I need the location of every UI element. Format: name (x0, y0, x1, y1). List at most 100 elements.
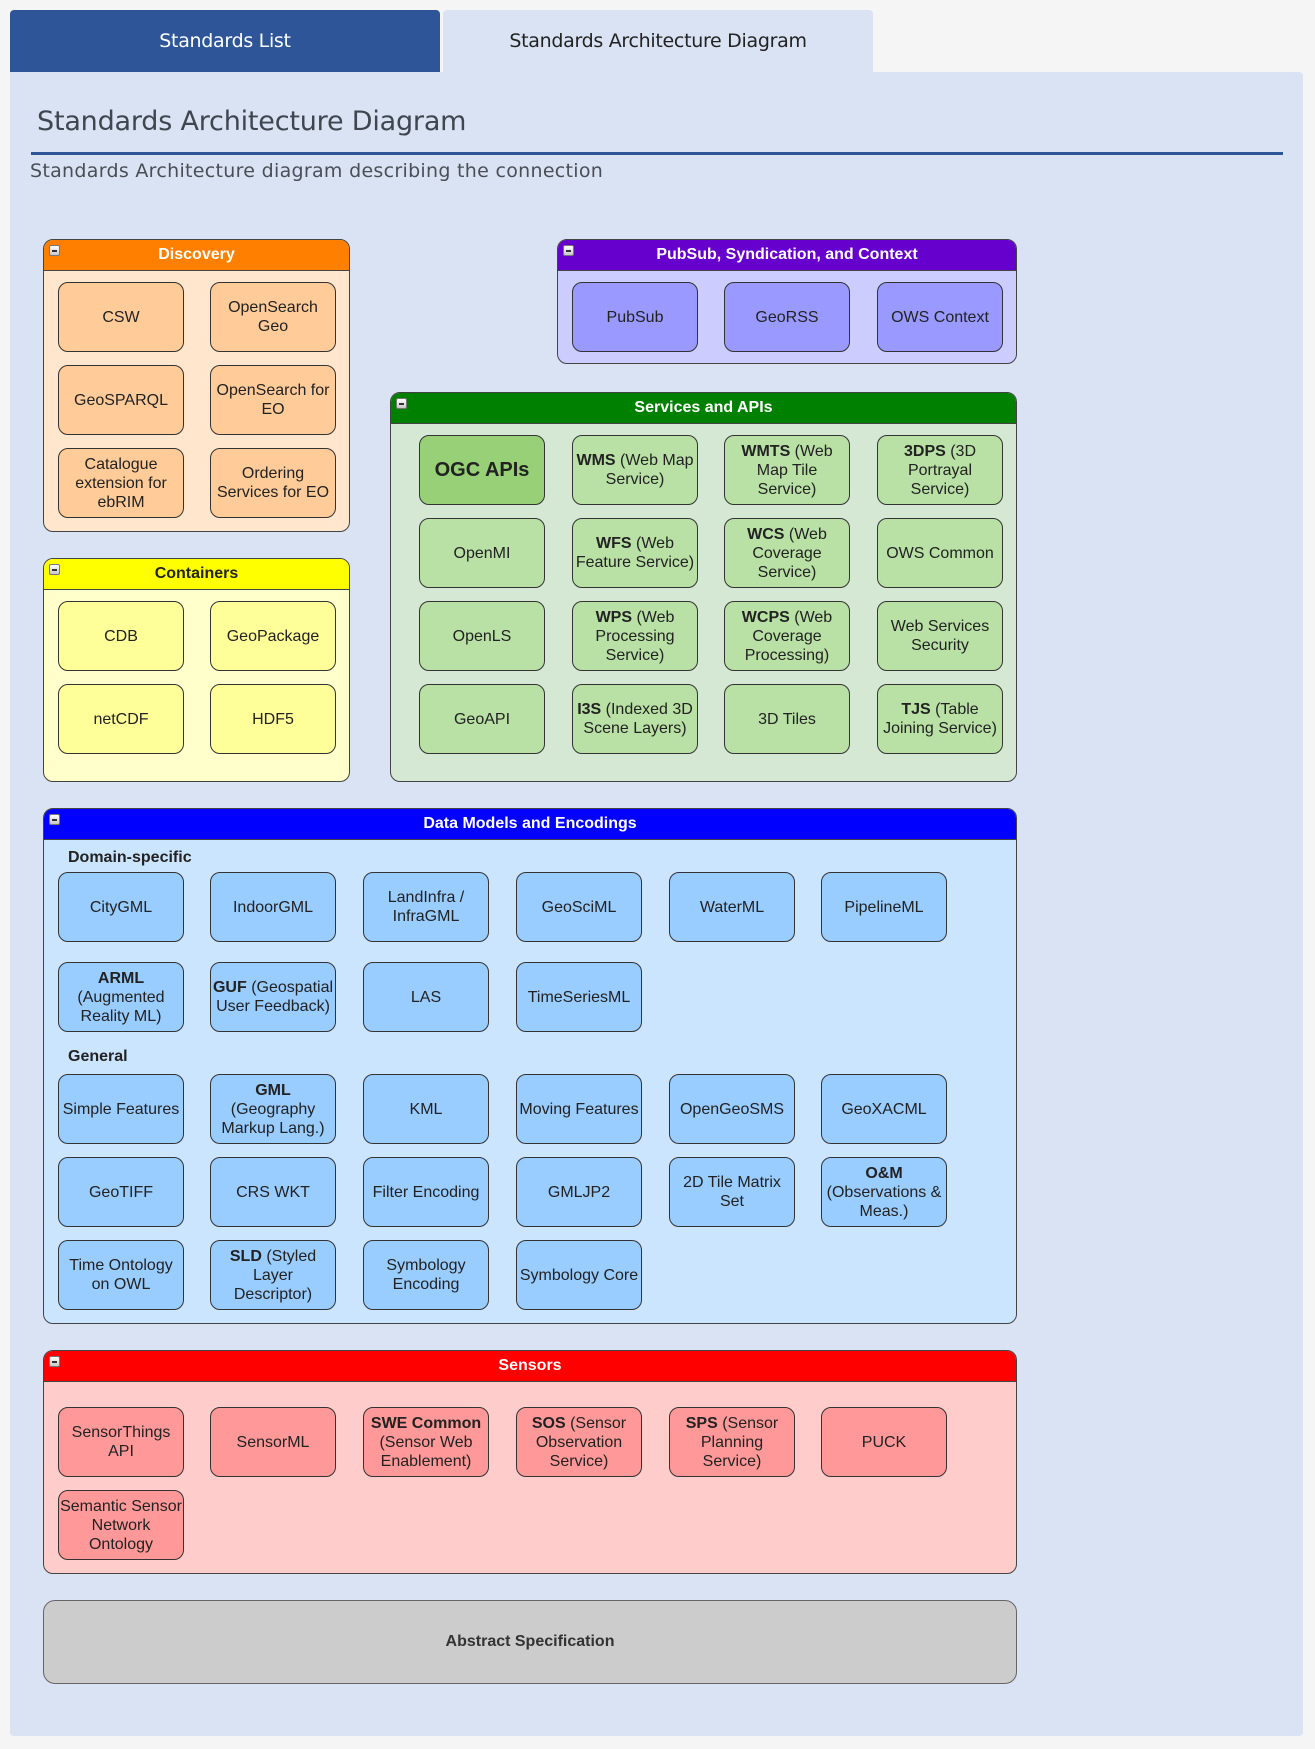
standard-name: PUCK (861, 1433, 907, 1451)
standard-label: SensorThings API (60, 1423, 182, 1461)
standard-guf-geospatial-user-feedback[interactable]: GUF (Geospatial User Feedback) (210, 962, 336, 1032)
standard-geotiff[interactable]: GeoTIFF (58, 1157, 184, 1227)
standard-gml-geography-markup-lang[interactable]: GML (Geography Markup Lang.) (210, 1074, 336, 1144)
standard-geoapi[interactable]: GeoAPI (419, 684, 545, 754)
group-containers: Containers CDB GeoPackage netCDF HDF5 (43, 558, 350, 782)
standard-label: TimeSeriesML (528, 988, 631, 1007)
standard-opensearch-geo[interactable]: OpenSearch Geo (210, 282, 336, 352)
collapse-icon[interactable] (563, 245, 574, 256)
standard-catalogue-extension-for-ebrim[interactable]: Catalogue extension for ebRIM (58, 448, 184, 518)
standard-o-m-observations-meas[interactable]: O&M (Observations & Meas.) (821, 1157, 947, 1227)
standard-label: 3DPS (3D Portrayal Service) (879, 442, 1001, 499)
standard-georss[interactable]: GeoRSS (724, 282, 850, 352)
group-title: Services and APIs (634, 399, 773, 416)
standard-gmljp2[interactable]: GMLJP2 (516, 1157, 642, 1227)
standard-geosparql[interactable]: GeoSPARQL (58, 365, 184, 435)
standard-ows-context[interactable]: OWS Context (877, 282, 1003, 352)
standard-geoxacml[interactable]: GeoXACML (821, 1074, 947, 1144)
tab-standards-list[interactable]: Standards List (10, 10, 440, 72)
standard-time-ontology-on-owl[interactable]: Time Ontology on OWL (58, 1240, 184, 1310)
standard-acronym: WFS (596, 535, 632, 552)
standard-filter-encoding[interactable]: Filter Encoding (363, 1157, 489, 1227)
standard-name: Filter Encoding (372, 1183, 480, 1201)
standard-arml-augmented-reality-ml[interactable]: ARML (Augmented Reality ML) (58, 962, 184, 1032)
standard-pubsub[interactable]: PubSub (572, 282, 698, 352)
standard-label: OpenMI (454, 544, 511, 563)
standard-openls[interactable]: OpenLS (419, 601, 545, 671)
standard-wps-web-processing-service[interactable]: WPS (Web Processing Service) (572, 601, 698, 671)
standard-landinfra-infragml[interactable]: LandInfra / InfraGML (363, 872, 489, 942)
standard-ogc-apis[interactable]: OGC APIs (419, 435, 545, 505)
standard-name: (Geography Markup Lang.) (221, 1100, 325, 1137)
standard-waterml[interactable]: WaterML (669, 872, 795, 942)
standard-sld-styled-layer-descriptor[interactable]: SLD (Styled Layer Descriptor) (210, 1240, 336, 1310)
standard-i3s-indexed-3d-scene-layers[interactable]: I3S (Indexed 3D Scene Layers) (572, 684, 698, 754)
standard-symbology-core[interactable]: Symbology Core (516, 1240, 642, 1310)
standard-2d-tile-matrix-set[interactable]: 2D Tile Matrix Set (669, 1157, 795, 1227)
standard-wfs-web-feature-service[interactable]: WFS (Web Feature Service) (572, 518, 698, 588)
standard-cdb[interactable]: CDB (58, 601, 184, 671)
standard-csw[interactable]: CSW (58, 282, 184, 352)
standard-kml[interactable]: KML (363, 1074, 489, 1144)
standard-web-services-security[interactable]: Web Services Security (877, 601, 1003, 671)
abstract-specification[interactable]: Abstract Specification (43, 1600, 1017, 1684)
standard-wmts-web-map-tile-service[interactable]: WMTS (Web Map Tile Service) (724, 435, 850, 505)
standard-moving-features[interactable]: Moving Features (516, 1074, 642, 1144)
collapse-icon[interactable] (49, 814, 60, 825)
standard-symbology-encoding[interactable]: Symbology Encoding (363, 1240, 489, 1310)
standard-label: Symbology Core (520, 1266, 638, 1285)
standard-3dps-3d-portrayal-service[interactable]: 3DPS (3D Portrayal Service) (877, 435, 1003, 505)
standard-name: GeoTIFF (88, 1183, 153, 1201)
collapse-icon[interactable] (49, 245, 60, 256)
standard-ordering-services-for-eo[interactable]: Ordering Services for EO (210, 448, 336, 518)
group-header: Containers (44, 559, 349, 590)
standard-label: GMLJP2 (548, 1183, 610, 1202)
standard-label: Ordering Services for EO (212, 464, 334, 502)
standard-label: GeoSciML (542, 898, 617, 917)
collapse-icon[interactable] (49, 1356, 60, 1367)
standard-sps-sensor-planning-service[interactable]: SPS (Sensor Planning Service) (669, 1407, 795, 1477)
standard-label: GUF (Geospatial User Feedback) (212, 978, 334, 1016)
standard-puck[interactable]: PUCK (821, 1407, 947, 1477)
standard-crs-wkt[interactable]: CRS WKT (210, 1157, 336, 1227)
standard-timeseriesml[interactable]: TimeSeriesML (516, 962, 642, 1032)
standard-pipelineml[interactable]: PipelineML (821, 872, 947, 942)
standard-simple-features[interactable]: Simple Features (58, 1074, 184, 1144)
tab-standards-architecture-diagram[interactable]: Standards Architecture Diagram (443, 10, 873, 72)
standard-geosciml[interactable]: GeoSciML (516, 872, 642, 942)
standard-las[interactable]: LAS (363, 962, 489, 1032)
collapse-icon[interactable] (49, 564, 60, 575)
standard-swe-common-sensor-web-enablement[interactable]: SWE Common (Sensor Web Enablement) (363, 1407, 489, 1477)
group-title: Sensors (498, 1357, 562, 1374)
standard-wcps-web-coverage-processing[interactable]: WCPS (Web Coverage Processing) (724, 601, 850, 671)
standard-ows-common[interactable]: OWS Common (877, 518, 1003, 588)
standard-name: (Web Feature Service) (575, 535, 695, 571)
standard-wcs-web-coverage-service[interactable]: WCS (Web Coverage Service) (724, 518, 850, 588)
standard-name: (Sensor Web Enablement) (379, 1433, 473, 1470)
standard-sensorthings-api[interactable]: SensorThings API (58, 1407, 184, 1477)
standard-opensearch-for-eo[interactable]: OpenSearch for EO (210, 365, 336, 435)
title-divider (31, 152, 1283, 155)
standard-label: Time Ontology on OWL (60, 1256, 182, 1294)
standard-acronym: SOS (531, 1414, 566, 1432)
standard-name: Catalogue extension for ebRIM (75, 455, 167, 511)
standard-acronym: SPS (685, 1414, 718, 1432)
standard-openmi[interactable]: OpenMI (419, 518, 545, 588)
standard-sensorml[interactable]: SensorML (210, 1407, 336, 1477)
collapse-icon[interactable] (396, 398, 407, 409)
standard-semantic-sensor-network-ontology[interactable]: Semantic Sensor Network Ontology (58, 1490, 184, 1560)
standard-3d-tiles[interactable]: 3D Tiles (724, 684, 850, 754)
standard-hdf5[interactable]: HDF5 (210, 684, 336, 754)
standard-tjs-table-joining-service[interactable]: TJS (Table Joining Service) (877, 684, 1003, 754)
standard-wms-web-map-service[interactable]: WMS (Web Map Service) (572, 435, 698, 505)
standard-citygml[interactable]: CityGML (58, 872, 184, 942)
standard-sos-sensor-observation-service[interactable]: SOS (Sensor Observation Service) (516, 1407, 642, 1477)
standard-indoorgml[interactable]: IndoorGML (210, 872, 336, 942)
standard-opengeosms[interactable]: OpenGeoSMS (669, 1074, 795, 1144)
standard-name: GeoSciML (541, 898, 617, 916)
standard-geopackage[interactable]: GeoPackage (210, 601, 336, 671)
standard-name: LandInfra / InfraGML (387, 889, 465, 925)
standard-label: SPS (Sensor Planning Service) (671, 1414, 793, 1471)
standard-netcdf[interactable]: netCDF (58, 684, 184, 754)
standard-name: PubSub (606, 308, 664, 326)
